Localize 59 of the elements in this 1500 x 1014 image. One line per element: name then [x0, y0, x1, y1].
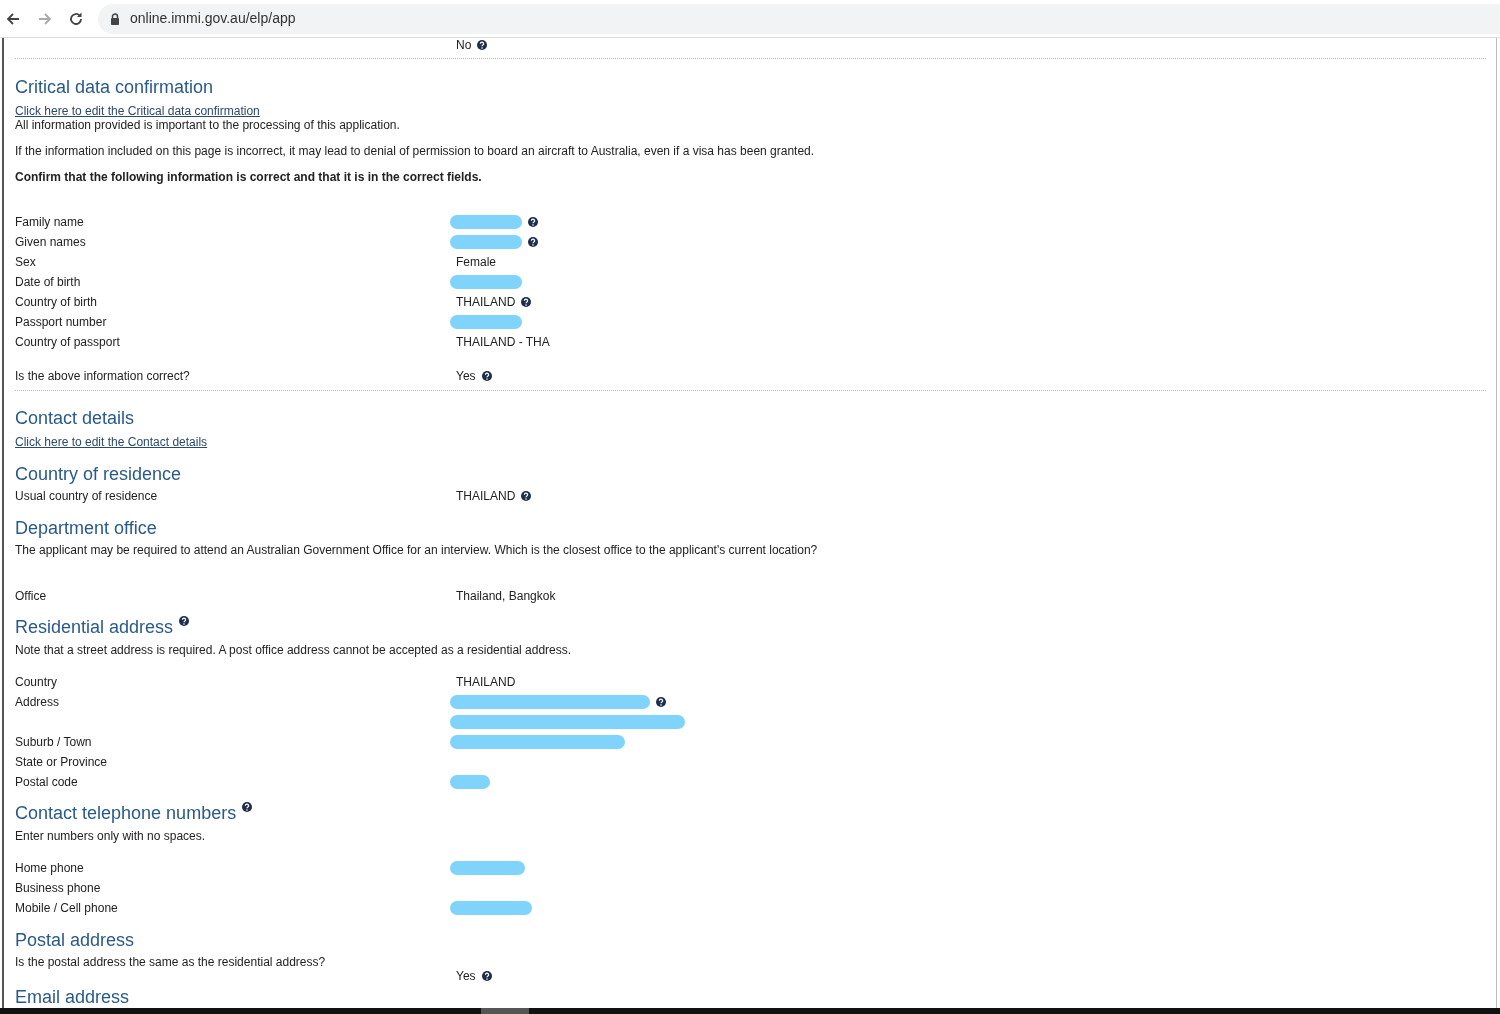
field-value: THAILAND - THA	[456, 335, 550, 349]
help-icon[interactable]	[528, 217, 538, 227]
info-text: Note that a street address is required. A post office address cannot be accepted as a residential address.	[15, 643, 572, 657]
field-label: Country of passport	[15, 335, 120, 349]
field-label: Given names	[15, 235, 86, 249]
field-label: Is the postal address the same as the residential address?	[15, 955, 326, 969]
edit-link[interactable]: Click here to edit the Critical data confirmation	[15, 104, 260, 118]
instruction-text: Confirm that the following information is correct and that it is in the correct fields.	[15, 170, 482, 184]
field-value: Yes	[456, 369, 476, 383]
help-icon[interactable]	[521, 297, 532, 307]
field-value: Thailand, Bangkok	[456, 589, 556, 603]
field-label: Sex	[15, 255, 36, 269]
info-text: All information provided is important to the processing of this application.	[15, 118, 400, 132]
field-label: Date of birth	[15, 275, 81, 289]
field-label: Office	[15, 589, 47, 603]
section-heading: Contact telephone numbers	[15, 802, 237, 825]
field-label: Is the above information correct?	[15, 369, 190, 383]
section-heading: Postal address	[15, 929, 135, 952]
field-label: Home phone	[15, 861, 84, 875]
help-icon[interactable]	[242, 802, 253, 812]
field-label: Passport number	[15, 315, 107, 329]
lock-icon	[110, 12, 120, 25]
help-icon[interactable]	[656, 697, 666, 707]
help-icon[interactable]	[481, 971, 492, 981]
section-heading: Email address	[15, 987, 130, 1007]
field-label: Business phone	[15, 881, 101, 895]
help-icon[interactable]	[477, 40, 488, 50]
address-bar[interactable]: online.immi.gov.au/elp/app	[98, 3, 1500, 34]
field-label: Country	[15, 675, 58, 689]
field-label: Usual country of residence	[15, 489, 158, 503]
section-heading: Critical data confirmation	[15, 76, 214, 99]
edit-link[interactable]: Click here to edit the Contact details	[15, 435, 208, 449]
section-heading: Department office	[15, 517, 157, 540]
field-value: THAILAND	[456, 675, 516, 689]
field-value: THAILAND	[456, 295, 516, 309]
reload-icon[interactable]	[68, 10, 84, 27]
field-value: THAILAND	[456, 489, 516, 503]
field-label: Mobile / Cell phone	[15, 901, 118, 915]
help-icon[interactable]	[179, 616, 190, 626]
url-text: online.immi.gov.au/elp/app	[130, 9, 296, 28]
help-icon[interactable]	[481, 371, 492, 381]
section-heading: Residential address	[15, 616, 174, 639]
field-label: Suburb / Town	[15, 735, 92, 749]
field-label: Address	[15, 695, 60, 709]
back-icon[interactable]	[5, 10, 21, 27]
field-label: State or Province	[15, 755, 108, 769]
info-text: Enter numbers only with no spaces.	[15, 829, 206, 843]
info-text: If the information included on this page is incorrect, it may lead to denial of permission to board an aircraft to Australia, even if a visa has been granted.	[15, 144, 815, 158]
field-value: Yes	[456, 969, 476, 983]
field-value: Female	[456, 255, 496, 269]
section-heading: Contact details	[15, 407, 135, 430]
section-heading: Country of residence	[15, 463, 182, 486]
field-label: Country of birth	[15, 295, 98, 309]
info-text: The applicant may be required to attend an Australian Government Office for an interview. Which is the closest office to the applicant's current location?	[15, 543, 818, 557]
field-label: Family name	[15, 215, 84, 229]
field-value: No	[456, 38, 472, 52]
field-label: Postal code	[15, 775, 78, 789]
help-icon[interactable]	[528, 237, 538, 247]
help-icon[interactable]	[521, 491, 532, 501]
